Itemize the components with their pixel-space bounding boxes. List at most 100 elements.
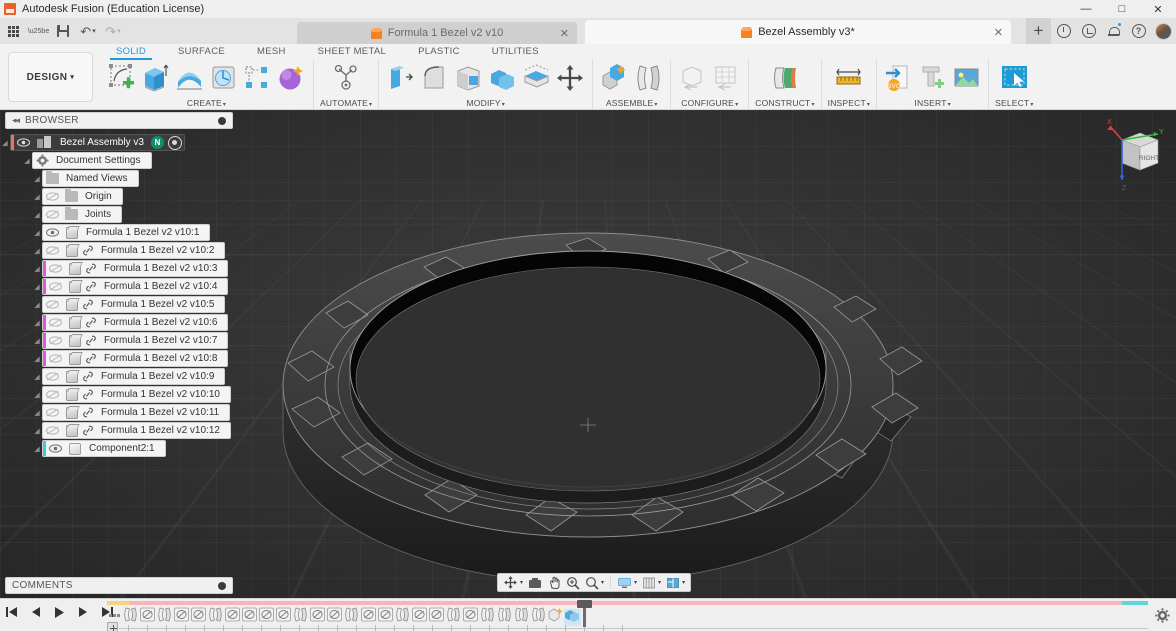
extrude-icon[interactable] <box>140 62 171 94</box>
joint-icon[interactable] <box>156 609 173 626</box>
automate-icon[interactable] <box>331 62 362 94</box>
collapse-icon[interactable]: ◂◂ <box>12 115 19 126</box>
configure-table-icon[interactable] <box>711 62 742 94</box>
tab-formula-1-bezel[interactable]: Formula 1 Bezel v2 v10 ✕ <box>297 22 577 44</box>
configure-icon[interactable] <box>677 62 708 94</box>
visibility-eye-icon[interactable] <box>43 404 62 421</box>
tree-row-named-views[interactable]: ◢ Named Views <box>0 170 240 187</box>
new-tab-button[interactable]: + <box>1026 18 1051 44</box>
rigid-group-icon[interactable] <box>411 609 428 626</box>
ribbon-tab-surface[interactable]: SURFACE <box>162 44 241 59</box>
select-window-icon[interactable] <box>999 62 1030 94</box>
expand-arrow-icon[interactable]: ◢ <box>32 242 42 259</box>
expand-arrow-icon[interactable]: ◢ <box>32 350 42 367</box>
activate-component-icon[interactable] <box>168 136 182 150</box>
timeline-track[interactable] <box>107 601 1148 631</box>
joint-icon[interactable] <box>445 609 462 626</box>
rigid-group-icon[interactable] <box>428 609 445 626</box>
play-icon[interactable] <box>52 605 66 619</box>
visibility-eye-icon[interactable] <box>43 224 62 241</box>
browser-header[interactable]: ◂◂ BROWSER <box>5 112 233 129</box>
expand-arrow-icon[interactable]: ◢ <box>32 422 42 439</box>
panel-label-inspect[interactable]: INSPECT▾ <box>828 98 870 110</box>
expand-arrow-icon[interactable]: ◢ <box>32 368 42 385</box>
avatar[interactable] <box>1151 18 1176 44</box>
visibility-eye-icon[interactable] <box>43 206 62 223</box>
tree-row-joints[interactable]: ◢ Joints <box>0 206 240 223</box>
rigid-group-icon[interactable] <box>173 609 190 626</box>
panel-label-construct[interactable]: CONSTRUCT▾ <box>755 98 814 110</box>
ribbon-tab-utilities[interactable]: UTILITIES <box>476 44 555 59</box>
comments-options-icon[interactable] <box>218 582 226 590</box>
zoom-icon[interactable] <box>564 574 582 591</box>
tree-row-occurrence[interactable]: ◢ Formula 1 Bezel v2 v10:1 <box>0 224 240 241</box>
rigid-group-icon[interactable] <box>309 609 326 626</box>
panel-label-modify[interactable]: MODIFY▾ <box>467 98 505 110</box>
visibility-eye-icon[interactable] <box>43 422 62 439</box>
expand-arrow-icon[interactable]: ◢ <box>0 134 10 151</box>
step-back-icon[interactable] <box>28 605 42 619</box>
view-cube[interactable]: RIGHT X Y Z <box>1092 118 1164 198</box>
tree-row-occurrence[interactable]: ◢ Formula 1 Bezel v2 v10:3 <box>0 260 240 277</box>
ribbon-tab-mesh[interactable]: MESH <box>241 44 302 59</box>
tree-row-occurrence[interactable]: ◢ Formula 1 Bezel v2 v10:5 <box>0 296 240 313</box>
visibility-eye-icon[interactable] <box>43 368 62 385</box>
comments-panel[interactable]: COMMENTS <box>5 577 233 594</box>
rigid-group-icon[interactable] <box>241 609 258 626</box>
redo-icon[interactable]: ↷▾ <box>105 23 121 39</box>
app-grid-icon[interactable] <box>5 23 21 39</box>
expand-arrow-icon[interactable]: ◢ <box>32 260 42 277</box>
rigid-group-icon[interactable] <box>360 609 377 626</box>
offset-face-icon[interactable] <box>521 62 552 94</box>
revolve-icon[interactable] <box>174 62 205 94</box>
panel-label-create[interactable]: CREATE▾ <box>187 98 226 110</box>
help-icon[interactable]: ? <box>1126 18 1151 44</box>
expand-arrow-icon[interactable]: ◢ <box>32 188 42 205</box>
fillet-icon[interactable] <box>419 62 450 94</box>
panel-label-select[interactable]: SELECT▾ <box>995 98 1034 110</box>
expand-arrow-icon[interactable]: ◢ <box>32 296 42 313</box>
new-document-icon[interactable]: \u25be <box>30 23 46 39</box>
tree-row-component2[interactable]: ◢ Component2:1 <box>0 440 240 457</box>
panel-label-configure[interactable]: CONFIGURE▾ <box>681 98 738 110</box>
tree-row-occurrence[interactable]: ◢ Formula 1 Bezel v2 v10:6 <box>0 314 240 331</box>
pattern-icon[interactable] <box>242 62 273 94</box>
tree-row-occurrence[interactable]: ◢ Formula 1 Bezel v2 v10:2 <box>0 242 240 259</box>
tab-close-icon[interactable]: ✕ <box>560 27 569 40</box>
joint-icon[interactable] <box>530 609 547 626</box>
combine-icon[interactable] <box>487 62 518 94</box>
move-copy-icon[interactable] <box>564 609 581 626</box>
visibility-eye-icon[interactable] <box>46 314 65 331</box>
form-icon[interactable] <box>276 62 307 94</box>
rigid-group-icon[interactable] <box>326 609 343 626</box>
expand-arrow-icon[interactable]: ◢ <box>32 278 42 295</box>
recent-history-icon[interactable] <box>1076 18 1101 44</box>
visibility-eye-icon[interactable] <box>46 332 65 349</box>
panel-label-automate[interactable]: AUTOMATE▾ <box>320 98 372 110</box>
joint-icon[interactable] <box>394 609 411 626</box>
orbit-icon[interactable]: ▾ <box>501 574 525 591</box>
joint-icon[interactable] <box>292 609 309 626</box>
panel-label-insert[interactable]: INSERT▾ <box>914 98 950 110</box>
expand-arrow-icon[interactable]: ◢ <box>32 386 42 403</box>
minimize-button[interactable]: — <box>1068 0 1104 18</box>
tree-row-occurrence[interactable]: ◢ Formula 1 Bezel v2 v10:4 <box>0 278 240 295</box>
skip-start-icon[interactable] <box>4 605 18 619</box>
rigid-group-icon[interactable] <box>462 609 479 626</box>
press-pull-icon[interactable] <box>385 62 416 94</box>
visibility-eye-icon[interactable] <box>46 260 65 277</box>
joint-icon[interactable] <box>207 609 224 626</box>
expand-arrow-icon[interactable]: ◢ <box>32 332 42 349</box>
grid-snaps-icon[interactable]: ▾ <box>640 574 663 591</box>
visibility-eye-icon[interactable] <box>46 440 65 457</box>
display-settings-icon[interactable]: ▾ <box>615 574 639 591</box>
joint-icon[interactable] <box>513 609 530 626</box>
expand-arrow-icon[interactable]: ◢ <box>32 170 42 187</box>
ribbon-tab-sheet-metal[interactable]: SHEET METAL <box>302 44 402 59</box>
joint-icon[interactable] <box>479 609 496 626</box>
new-component-icon[interactable] <box>599 62 630 94</box>
offset-plane-icon[interactable] <box>769 62 800 94</box>
notification-bell-icon[interactable] <box>1101 18 1126 44</box>
tab-bezel-assembly[interactable]: Bezel Assembly v3* ✕ <box>585 20 1011 44</box>
move-copy-icon[interactable] <box>555 62 586 94</box>
